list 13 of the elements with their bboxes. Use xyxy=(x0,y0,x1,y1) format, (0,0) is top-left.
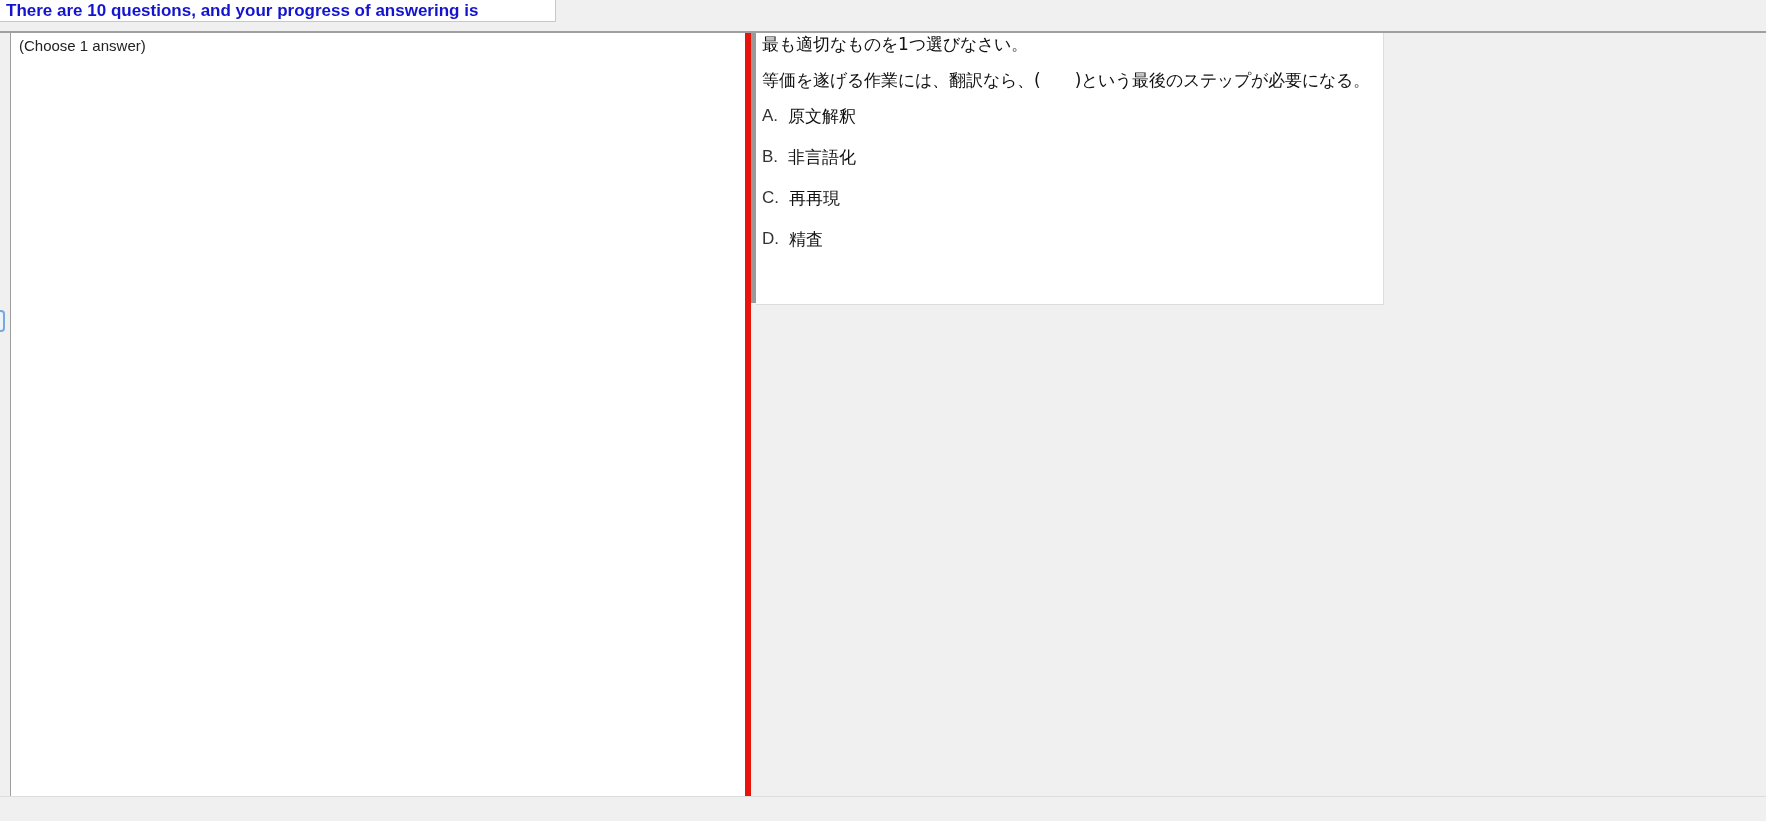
option-letter: B. xyxy=(762,146,779,168)
progress-text: There are 10 questions, and your progress of answering is xyxy=(0,0,556,22)
option-letter: C. xyxy=(762,187,779,209)
option-text: 精査 xyxy=(789,228,823,250)
option-letter: D. xyxy=(762,228,779,250)
option-text: 再再現 xyxy=(789,187,840,209)
instruction-text: (Choose 1 answer) xyxy=(19,37,146,54)
question-sentence: 等価を遂げる作業には、翻訳なら、( )という最後のステップが必要になる。 xyxy=(762,69,1372,91)
question-prompt: 最も適切なものを1つ選びなさい。 xyxy=(762,33,1029,55)
panel-edge-handle[interactable] xyxy=(0,310,5,332)
option-text: 非言語化 xyxy=(788,146,857,168)
option-letter: A. xyxy=(762,105,779,127)
option-text: 原文解釈 xyxy=(788,105,857,127)
